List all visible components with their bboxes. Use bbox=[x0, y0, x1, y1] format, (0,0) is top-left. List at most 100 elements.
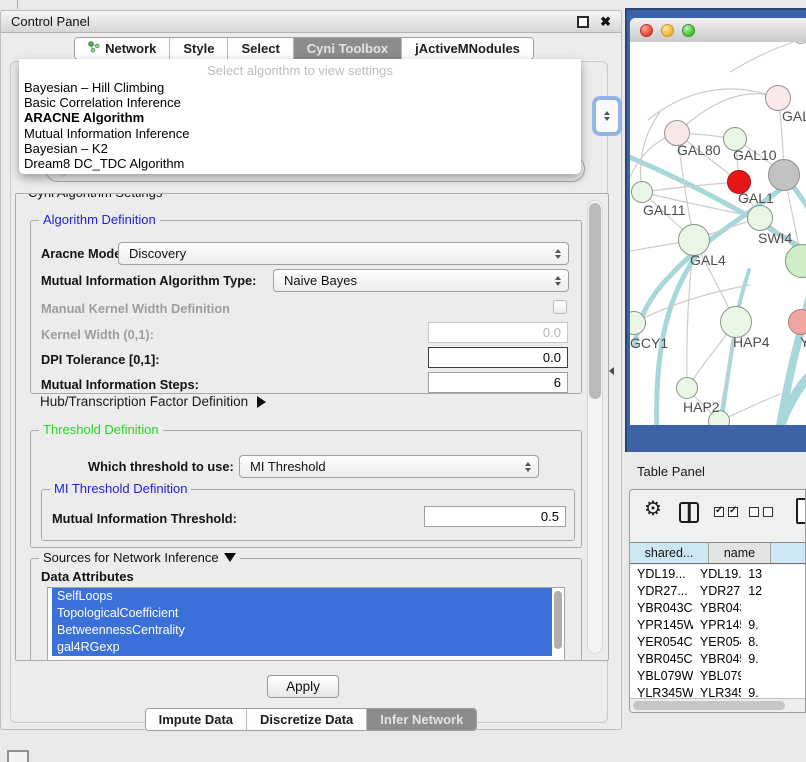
table-row[interactable]: YBR045CYBR045C9. bbox=[630, 650, 805, 667]
mi-type-combobox[interactable]: Naive Bayes bbox=[273, 269, 569, 292]
column-header-shared[interactable]: shared... bbox=[630, 543, 709, 563]
kernel-width-field[interactable]: 0.0 bbox=[428, 322, 568, 343]
mi-steps-value: 6 bbox=[554, 375, 561, 390]
dpi-tolerance-label: DPI Tolerance [0,1]: bbox=[41, 352, 160, 367]
tab-impute-data[interactable]: Impute Data bbox=[146, 709, 247, 730]
tab-infer-network[interactable]: Infer Network bbox=[367, 709, 476, 730]
mi-threshold-field[interactable]: 0.5 bbox=[424, 506, 566, 527]
inference-algorithm-combobox-edge[interactable] bbox=[595, 99, 619, 133]
table-row[interactable]: YDR27...YDR27...12 bbox=[630, 582, 805, 599]
dropdown-item-aracne-algorithm[interactable]: ARACNE Algorithm bbox=[19, 110, 581, 125]
algorithm-definition-title: Algorithm Definition bbox=[39, 212, 160, 227]
aracne-mode-value: Discovery bbox=[129, 246, 186, 261]
tab-jactivemnodules[interactable]: jActiveMNodules bbox=[402, 38, 533, 59]
dropdown-item-basic-correlation-inference[interactable]: Basic Correlation Inference bbox=[19, 95, 581, 110]
attribute-item-betweennesscentrality[interactable]: BetweennessCentrality bbox=[52, 622, 552, 639]
tab-cyni-toolbox[interactable]: Cyni Toolbox bbox=[294, 38, 402, 59]
tab-label: Impute Data bbox=[159, 712, 233, 727]
dropdown-item-mutual-information-inference[interactable]: Mutual Information Inference bbox=[19, 126, 581, 141]
table-row[interactable]: YBL079WYBL079W bbox=[630, 667, 805, 684]
network-node[interactable] bbox=[631, 181, 653, 203]
tab-select[interactable]: Select bbox=[228, 38, 293, 59]
export-table-icon[interactable] bbox=[796, 498, 806, 524]
table-row[interactable]: YPR145WYPR145W9. bbox=[630, 616, 805, 633]
attribute-item-selfloops[interactable]: SelfLoops bbox=[52, 588, 552, 605]
column-header-name[interactable]: name bbox=[709, 543, 771, 563]
network-node[interactable] bbox=[747, 205, 773, 231]
table-cell: 9. bbox=[741, 652, 805, 666]
control-tab-bar: Network Style Select Cyni ToolboxjActiveMNo… bbox=[1, 37, 607, 60]
table-horizontal-scrollbar[interactable] bbox=[630, 698, 805, 712]
settings-scrollbar-thumb[interactable] bbox=[589, 203, 601, 399]
manual-kernel-checkbox[interactable] bbox=[553, 300, 567, 314]
mi-threshold-value: 0.5 bbox=[541, 509, 559, 524]
which-threshold-combobox[interactable]: MI Threshold bbox=[239, 455, 539, 478]
tab-discretize-data[interactable]: Discretize Data bbox=[247, 709, 367, 730]
table-row[interactable]: YLR345WYLR345W9. bbox=[630, 684, 805, 699]
top-tick-divider bbox=[17, 0, 18, 9]
tab-label: Network bbox=[105, 41, 156, 56]
tab-label: Select bbox=[241, 41, 279, 56]
algorithm-dropdown-placeholder: Select algorithm to view settings bbox=[19, 63, 581, 80]
hub-definition-expander[interactable]: Hub/Transcription Factor Definition bbox=[40, 394, 266, 409]
node-label-y: Y bbox=[800, 334, 806, 350]
dropdown-item-dream8-dc-tdc-algorithm[interactable]: Dream8 DC_TDC Algorithm bbox=[19, 156, 581, 171]
column-header-a[interactable]: A bbox=[771, 543, 806, 563]
threshold-definition-title: Threshold Definition bbox=[39, 422, 163, 437]
split-pane-collapse-icon[interactable] bbox=[609, 367, 614, 375]
dock-panel-icon[interactable] bbox=[7, 750, 29, 762]
data-attributes-label: Data Attributes bbox=[41, 569, 134, 584]
minimize-traffic-icon[interactable] bbox=[661, 24, 674, 37]
network-node[interactable] bbox=[768, 159, 800, 191]
float-window-icon[interactable] bbox=[577, 16, 589, 28]
network-canvas[interactable]: GALGAL80GAL10GAL11GAL1SWI4GAL4GCY1HAP4YH… bbox=[630, 42, 806, 425]
dropdown-item-bayesian-hill-climbing[interactable]: Bayesian – Hill Climbing bbox=[19, 80, 581, 95]
table-rows: YDL19...YDL19...13YDR27...YDR27...12YBR0… bbox=[630, 565, 805, 699]
bottom-tab-bar: Impute Data Discretize Data Infer Network bbox=[1, 708, 621, 731]
table-cell: YER054C bbox=[693, 635, 741, 649]
table-cell: YDR27... bbox=[630, 584, 693, 598]
attribute-item-gal4rgexp[interactable]: gal4RGexp bbox=[52, 639, 552, 656]
select-all-checkboxes-icon[interactable] bbox=[714, 507, 738, 517]
stepper-down-icon bbox=[604, 117, 610, 121]
attribute-item-topologicalcoefficient[interactable]: TopologicalCoefficient bbox=[52, 605, 552, 622]
sources-group-title-text: Sources for Network Inference bbox=[43, 550, 219, 565]
mi-steps-field[interactable]: 6 bbox=[428, 372, 568, 393]
table-row[interactable]: YDL19...YDL19...13 bbox=[630, 565, 805, 582]
column-layout-icon[interactable] bbox=[679, 502, 699, 523]
zoom-traffic-icon[interactable] bbox=[682, 24, 695, 37]
sources-group-title: Sources for Network Inference bbox=[39, 550, 240, 565]
tab-style[interactable]: Style bbox=[170, 38, 228, 59]
mi-threshold-group: MI Threshold Definition Mutual Informati… bbox=[41, 489, 575, 541]
network-node[interactable] bbox=[676, 377, 698, 399]
network-icon bbox=[88, 41, 100, 56]
tab-network[interactable]: Network bbox=[75, 38, 170, 59]
close-icon[interactable]: ✖ bbox=[600, 15, 611, 28]
aracne-mode-combobox[interactable]: Discovery bbox=[118, 242, 569, 265]
settings-scrollbar[interactable] bbox=[587, 200, 603, 654]
dpi-tolerance-field[interactable]: 0.0 bbox=[428, 347, 568, 368]
collapse-down-icon[interactable] bbox=[224, 553, 236, 562]
node-label-gal11: GAL11 bbox=[643, 202, 686, 218]
deselect-all-checkboxes-icon[interactable] bbox=[749, 507, 773, 517]
table-cell: YDL19... bbox=[693, 567, 741, 581]
table-cell: YDR27... bbox=[693, 584, 741, 598]
stepper-icon bbox=[555, 243, 561, 264]
table-cell: YDL19... bbox=[630, 567, 693, 581]
apply-button[interactable]: Apply bbox=[267, 675, 339, 698]
mi-type-label: Mutual Information Algorithm Type: bbox=[41, 273, 256, 288]
dropdown-item-bayesian-k2[interactable]: Bayesian – K2 bbox=[19, 141, 581, 156]
table-row[interactable]: YER054CYER054C8. bbox=[630, 633, 805, 650]
tab-label: Discretize Data bbox=[260, 712, 353, 727]
network-window-titlebar[interactable] bbox=[630, 18, 806, 43]
table-row[interactable]: YBR043CYBR043C bbox=[630, 599, 805, 616]
node-label-swi4: SWI4 bbox=[758, 230, 792, 246]
list-scrollbar-thumb[interactable] bbox=[554, 591, 562, 649]
control-panel-window: Control Panel ✖ Network Style Select Cyni T… bbox=[0, 10, 622, 730]
close-traffic-icon[interactable] bbox=[640, 24, 653, 37]
data-attributes-list[interactable]: SelfLoopsTopologicalCoefficientBetweenne… bbox=[47, 587, 565, 661]
gear-icon[interactable]: ⚙ bbox=[644, 499, 662, 519]
node-label-hap2: HAP2 bbox=[683, 399, 720, 415]
table-hscroll-thumb[interactable] bbox=[633, 701, 785, 710]
control-panel-titlebar: Control Panel ✖ bbox=[1, 11, 621, 33]
